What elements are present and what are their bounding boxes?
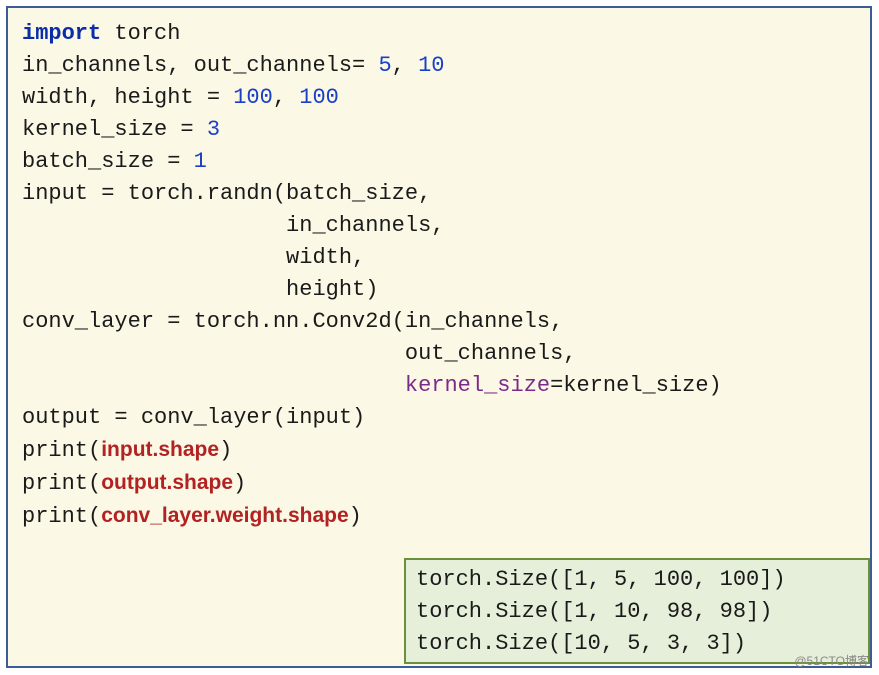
print-line: print(output.shape) [22, 467, 856, 500]
code-line: width, height = 100, 100 [22, 82, 856, 114]
print-line: print(input.shape) [22, 434, 856, 467]
output-line: torch.Size([1, 5, 100, 100]) [416, 564, 858, 596]
code-text: print( [22, 438, 101, 463]
keyword-import: import [22, 21, 101, 46]
code-line: height) [22, 274, 856, 306]
code-text: width, height = [22, 85, 233, 110]
number-literal: 100 [299, 85, 339, 110]
code-text: batch_size = [22, 149, 194, 174]
code-text: in_channels, out_channels= [22, 53, 378, 78]
output-line: torch.Size([1, 10, 98, 98]) [416, 596, 858, 628]
number-literal: 100 [233, 85, 273, 110]
code-line: width, [22, 242, 856, 274]
highlight-expr: input.shape [101, 438, 219, 461]
code-line: output = conv_layer(input) [22, 402, 856, 434]
code-line: kernel_size=kernel_size) [22, 370, 856, 402]
number-literal: 1 [194, 149, 207, 174]
code-text: print( [22, 471, 101, 496]
code-line: conv_layer = torch.nn.Conv2d(in_channels… [22, 306, 856, 338]
number-literal: 3 [207, 117, 220, 142]
output-line: torch.Size([10, 5, 3, 3]) [416, 628, 858, 660]
highlight-expr: conv_layer.weight.shape [101, 504, 348, 527]
code-text [22, 373, 405, 398]
output-panel: torch.Size([1, 5, 100, 100]) torch.Size(… [404, 558, 870, 664]
code-text: kernel_size = [22, 117, 207, 142]
code-line: kernel_size = 3 [22, 114, 856, 146]
code-line: in_channels, out_channels= 5, 10 [22, 50, 856, 82]
code-line: import torch [22, 18, 856, 50]
watermark-text: @51CTO博客 [794, 652, 869, 669]
kwarg-name: kernel_size [405, 373, 550, 398]
print-line: print(conv_layer.weight.shape) [22, 500, 856, 533]
code-text: ) [233, 471, 246, 496]
code-text: , [392, 53, 418, 78]
code-line: input = torch.randn(batch_size, [22, 178, 856, 210]
number-literal: 5 [378, 53, 391, 78]
code-line: out_channels, [22, 338, 856, 370]
code-text: ) [219, 438, 232, 463]
code-text: print( [22, 504, 101, 529]
code-text: torch [101, 21, 180, 46]
code-text: , [273, 85, 299, 110]
code-text: =kernel_size) [550, 373, 722, 398]
highlight-expr: output.shape [101, 471, 233, 494]
code-text: ) [349, 504, 362, 529]
code-line: batch_size = 1 [22, 146, 856, 178]
number-literal: 10 [418, 53, 444, 78]
code-line: in_channels, [22, 210, 856, 242]
